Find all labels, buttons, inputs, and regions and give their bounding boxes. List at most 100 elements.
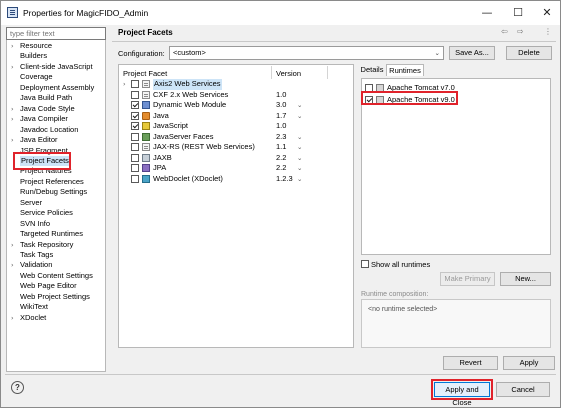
cancel-button[interactable]: Cancel [496,382,550,397]
facet-version[interactable]: 2.3 [276,132,286,143]
tree-item-java-code-style[interactable]: › Java Code Style [7,104,105,115]
tree-item-xdoclet[interactable]: › XDoclet [7,313,105,324]
expand-arrow-icon[interactable]: › [11,313,14,324]
title-bar: Properties for MagicFIDO_Admin — ☐ ✕ [1,1,560,25]
chevron-down-icon[interactable]: ⌄ [297,132,302,143]
facet-row[interactable]: JPA 2.2 ⌄ [119,163,353,174]
facet-version[interactable]: 3.0 [276,100,286,111]
facet-checkbox[interactable] [131,132,139,141]
facet-checkbox[interactable] [131,111,139,120]
facet-checkbox[interactable] [131,153,139,162]
tree-item-javadoc-location[interactable]: Javadoc Location [7,125,105,136]
facet-row[interactable]: › Axis2 Web Services [119,79,353,90]
facet-row[interactable]: JAXB 2.2 ⌄ [119,153,353,164]
tree-item-task-repository[interactable]: › Task Repository [7,240,105,251]
facet-version[interactable]: 1.7 [276,111,286,122]
facet-name: JavaServer Faces [153,131,214,141]
chevron-down-icon[interactable]: ⌄ [297,174,302,185]
tree-item-web-page-editor[interactable]: Web Page Editor [7,281,105,292]
tab-details[interactable]: Details [359,64,385,76]
tree-item-label: Java Build Path [20,93,73,103]
back-arrow-icon[interactable]: ⇦ [501,27,508,36]
facet-row[interactable]: JAX-RS (REST Web Services) 1.1 ⌄ [119,142,353,153]
chevron-down-icon[interactable]: ⌄ [297,163,302,174]
facet-name: WebDoclet (XDoclet) [153,173,223,183]
delete-button[interactable]: Delete [506,46,552,60]
facet-row[interactable]: JavaServer Faces 2.3 ⌄ [119,132,353,143]
facet-checkbox[interactable] [131,90,139,99]
tree-item-web-project-settings[interactable]: Web Project Settings [7,292,105,303]
tree-item-targeted-runtimes[interactable]: Targeted Runtimes [7,229,105,240]
expand-arrow-icon[interactable]: › [123,79,126,90]
tree-item-resource[interactable]: › Resource [7,41,105,52]
facet-checkbox[interactable] [131,174,139,183]
tab-runtimes[interactable]: Runtimes [386,64,424,76]
save-as-button[interactable]: Save As... [449,46,495,60]
chevron-down-icon[interactable]: ⌄ [297,100,302,111]
close-button[interactable]: ✕ [535,4,559,22]
tree-item-builders[interactable]: Builders [7,51,105,62]
facet-column-header[interactable]: Project Facet [123,69,167,78]
tree-item-task-tags[interactable]: Task Tags [7,250,105,261]
tree-item-web-content-settings[interactable]: Web Content Settings [7,271,105,282]
chevron-down-icon[interactable]: ⌄ [297,111,302,122]
tree-item-java-editor[interactable]: › Java Editor [7,135,105,146]
facet-name: CXF 2.x Web Services [153,89,229,99]
facet-checkbox[interactable] [131,164,139,172]
tree-item-server[interactable]: Server [7,198,105,209]
help-icon[interactable]: ? [11,381,24,394]
tree-item-label: Web Content Settings [20,270,93,280]
facet-row[interactable]: Dynamic Web Module 3.0 ⌄ [119,100,353,111]
minimize-button[interactable]: — [475,4,499,22]
facet-version[interactable]: 1.0 [276,121,286,132]
facet-checkbox[interactable] [131,143,139,151]
tree-item-java-build-path[interactable]: Java Build Path [7,93,105,104]
new-runtime-button[interactable]: New... [500,272,551,286]
facet-row[interactable]: CXF 2.x Web Services 1.0 [119,90,353,101]
tree-item-coverage[interactable]: Coverage [7,72,105,83]
tree-item-run-debug-settings[interactable]: Run/Debug Settings [7,187,105,198]
make-primary-button[interactable]: Make Primary [440,272,495,286]
tree-item-wikitext[interactable]: WikiText [7,302,105,313]
apply-button[interactable]: Apply [503,356,555,370]
tree-item-validation[interactable]: › Validation [7,260,105,271]
expand-arrow-icon[interactable]: › [11,114,14,125]
chevron-down-icon[interactable]: ⌄ [297,142,302,153]
expand-arrow-icon[interactable]: › [11,104,14,115]
column-divider [271,66,272,79]
tree-item-deployment-assembly[interactable]: Deployment Assembly [7,83,105,94]
filter-input[interactable] [6,27,106,40]
tree-item-svn-info[interactable]: SVN Info [7,219,105,230]
expand-arrow-icon[interactable]: › [11,62,14,73]
facet-version[interactable]: 1.0 [276,90,286,101]
expand-arrow-icon[interactable]: › [11,260,14,271]
facet-version[interactable]: 2.2 [276,153,286,164]
tree-item-project-references[interactable]: Project References [7,177,105,188]
show-all-runtimes-checkbox[interactable] [361,260,369,268]
version-column-header[interactable]: Version [276,69,301,78]
revert-button[interactable]: Revert [443,356,498,370]
facet-checkbox[interactable] [131,101,139,109]
view-menu-icon[interactable]: ⋮ [544,27,552,36]
facet-checkbox[interactable] [131,122,139,130]
tree-item-client-side-javascript[interactable]: › Client-side JavaScript [7,62,105,73]
tree-item-service-policies[interactable]: Service Policies [7,208,105,219]
maximize-button[interactable]: ☐ [506,4,530,22]
facet-row[interactable]: WebDoclet (XDoclet) 1.2.3 ⌄ [119,174,353,185]
tree-item-label: Project References [20,176,84,186]
facet-version[interactable]: 2.2 [276,163,286,174]
tree-item-label: Java Compiler [20,114,68,124]
expand-arrow-icon[interactable]: › [11,41,14,52]
facet-version[interactable]: 1.1 [276,142,286,153]
tree-item-java-compiler[interactable]: › Java Compiler [7,114,105,125]
properties-window-icon [7,7,18,18]
expand-arrow-icon[interactable]: › [11,240,14,251]
configuration-select[interactable]: <custom> ⌄ [169,46,444,60]
facet-row[interactable]: Java 1.7 ⌄ [119,111,353,122]
expand-arrow-icon[interactable]: › [11,135,14,146]
chevron-down-icon[interactable]: ⌄ [297,153,302,164]
facet-checkbox[interactable] [131,80,139,88]
facet-version[interactable]: 1.2.3 [276,174,293,185]
forward-arrow-icon[interactable]: ⇨ [517,27,524,36]
facet-row[interactable]: JavaScript 1.0 [119,121,353,132]
